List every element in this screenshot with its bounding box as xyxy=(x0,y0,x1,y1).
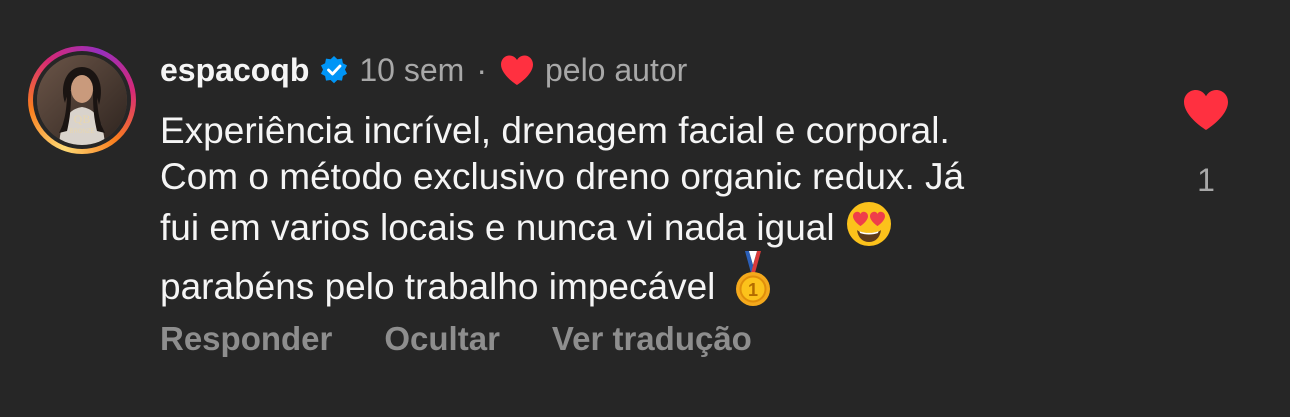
comment-header: espacoqb 10 sem · pelo autor xyxy=(160,48,687,92)
liked-by-author-label: pelo autor xyxy=(544,51,688,88)
comment-actions: Responder Ocultar Ver tradução xyxy=(160,320,752,358)
avatar[interactable]: QB BRONZE xyxy=(37,55,127,145)
comment-line: Com o método exclusivo dreno organic red… xyxy=(160,156,965,197)
comment-line-with-emoji: fui em varios locais e nunca vi nada igu… xyxy=(160,200,1120,251)
reply-button[interactable]: Responder xyxy=(160,320,332,358)
see-translation-button[interactable]: Ver tradução xyxy=(552,320,752,358)
comment-text: Experiência incrível, drenagem facial e … xyxy=(160,108,1120,310)
timestamp: 10 sem xyxy=(359,51,465,88)
verified-badge-icon xyxy=(321,56,348,84)
avatar-image: QB BRONZE xyxy=(37,55,127,145)
author-liked-heart-icon xyxy=(500,55,533,85)
comment-line-text: parabéns pelo trabalho impecável xyxy=(160,266,716,307)
separator-dot: · xyxy=(476,51,487,88)
hide-button[interactable]: Ocultar xyxy=(384,320,500,358)
like-count: 1 xyxy=(1197,162,1215,198)
svg-text:1: 1 xyxy=(748,280,758,300)
comment-line: Experiência incrível, drenagem facial e … xyxy=(160,110,950,151)
gold-medal-emoji: 1 xyxy=(736,251,771,306)
svg-text:QB: QB xyxy=(74,112,91,126)
like-heart-icon[interactable] xyxy=(1182,88,1230,132)
comment-line-text: fui em varios locais e nunca vi nada igu… xyxy=(160,207,835,248)
username-link[interactable]: espacoqb xyxy=(160,52,309,89)
heart-eyes-emoji xyxy=(846,202,891,246)
svg-text:BRONZE: BRONZE xyxy=(69,129,94,135)
comment-line-with-emoji: parabéns pelo trabalho impecável 1 xyxy=(160,251,1120,310)
like-column: 1 xyxy=(1176,88,1236,199)
comment-item: QB BRONZE espacoqb 10 sem · pelo autor E… xyxy=(0,0,1290,417)
avatar-story-ring[interactable]: QB BRONZE xyxy=(28,46,136,154)
